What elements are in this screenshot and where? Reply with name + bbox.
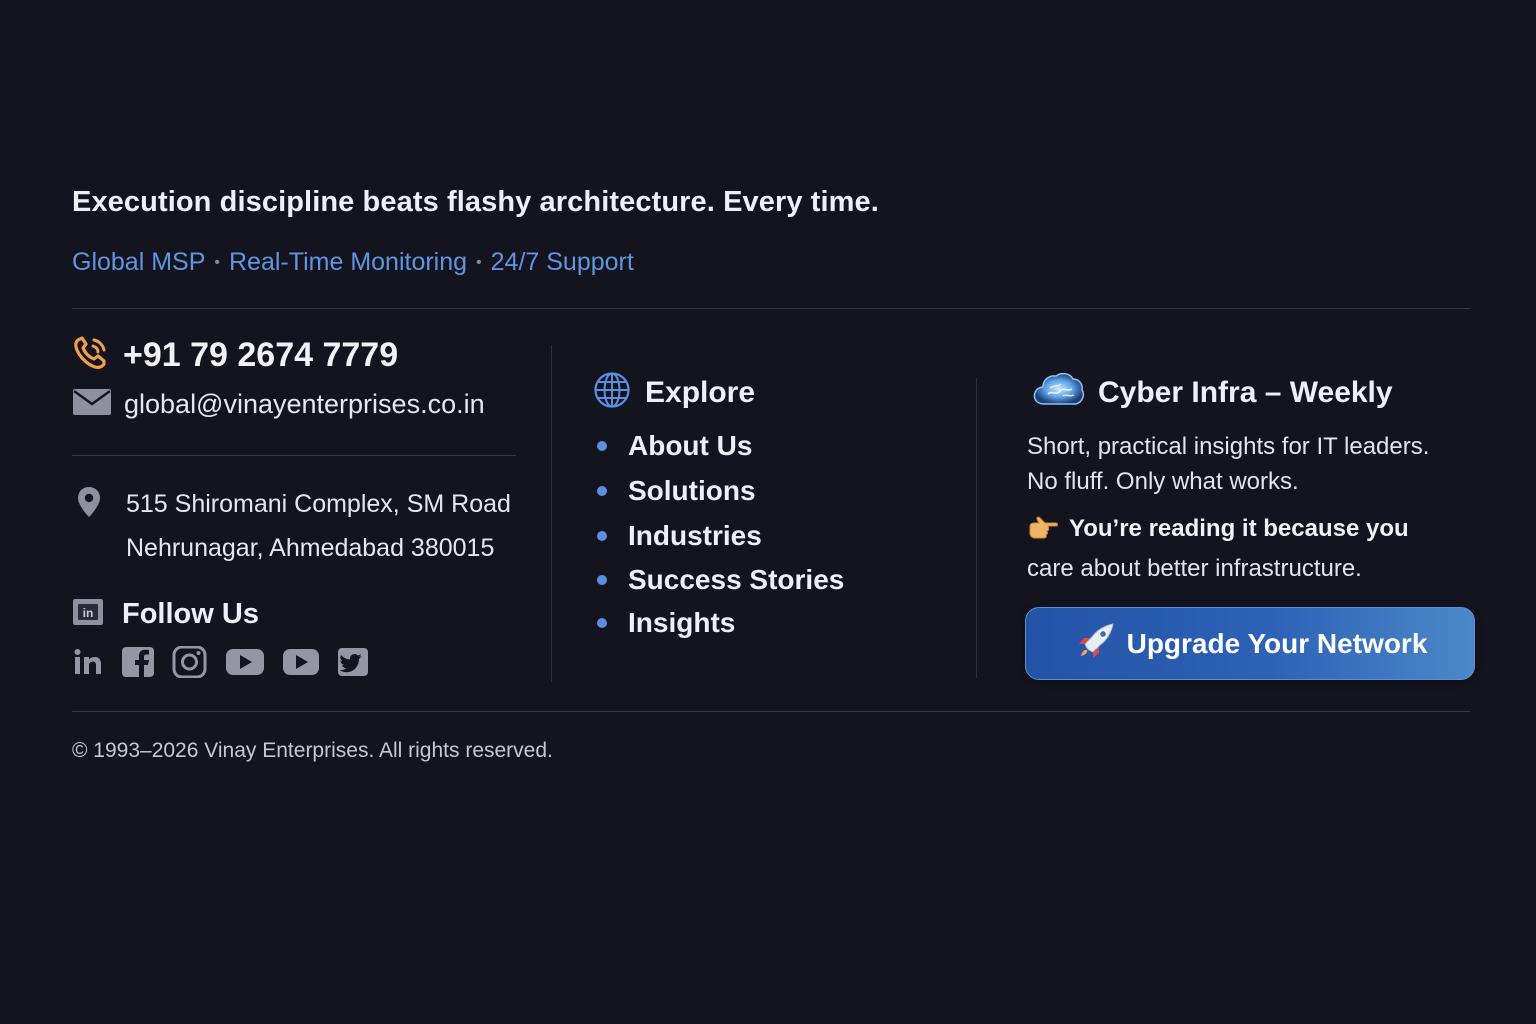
- svg-text:in: in: [83, 606, 94, 620]
- youtube-icon[interactable]: [282, 648, 320, 676]
- follow-title: Follow Us: [122, 598, 259, 630]
- phone-row[interactable]: +91 79 2674 7779: [72, 334, 398, 377]
- bullet-dot: [597, 441, 607, 451]
- service-global-msp: Global MSP: [72, 248, 206, 276]
- explore-heading: Explore: [593, 371, 755, 414]
- facebook-icon[interactable]: [121, 646, 155, 678]
- copyright-text: © 1993–2026 Vinay Enterprises. All right…: [72, 739, 553, 762]
- address-block: 515 Shiromani Complex, SM Road Nehrunaga…: [72, 482, 511, 570]
- newsletter-heading: Cyber Infra – Weekly: [1030, 368, 1393, 417]
- instagram-icon[interactable]: [172, 646, 208, 678]
- address-line-1: 515 Shiromani Complex, SM Road: [126, 490, 511, 518]
- services-line: Global MSP • Real-Time Monitoring • 24/7…: [72, 248, 634, 277]
- phone-number[interactable]: +91 79 2674 7779: [123, 336, 398, 375]
- service-monitoring: Real-Time Monitoring: [229, 248, 468, 276]
- pointing-hand-icon: [1027, 516, 1059, 542]
- service-support: 24/7 Support: [490, 248, 634, 276]
- nav-link-about-us[interactable]: About Us: [597, 424, 844, 468]
- top-divider: [72, 308, 1470, 309]
- column-divider: [976, 378, 977, 678]
- nav-link-label[interactable]: About Us: [628, 430, 752, 462]
- nav-link-label[interactable]: Solutions: [628, 475, 756, 507]
- separator-dot: •: [214, 253, 220, 271]
- upgrade-network-button[interactable]: Upgrade Your Network: [1025, 607, 1475, 680]
- bullet-dot: [597, 618, 607, 628]
- bottom-divider: [72, 711, 1470, 712]
- nav-link-label[interactable]: Success Stories: [628, 564, 844, 596]
- phone-icon: [72, 334, 110, 377]
- contact-divider: [72, 455, 516, 456]
- twitter-icon[interactable]: [337, 647, 369, 677]
- reason-strong-text: You’re reading it because you: [1069, 515, 1409, 542]
- youtube-icon[interactable]: [225, 648, 265, 676]
- bullet-dot: [597, 485, 607, 496]
- bullet-dot: [597, 530, 607, 541]
- column-divider: [551, 345, 552, 682]
- separator-dot: •: [476, 253, 482, 271]
- cta-label[interactable]: Upgrade Your Network: [1127, 628, 1428, 660]
- explore-links: About Us Solutions Industries Success St…: [597, 424, 844, 644]
- reason-strong-line: You’re reading it because you: [1027, 512, 1409, 546]
- newsletter-desc-line-2: No fluff. Only what works.: [1027, 468, 1299, 495]
- reason-rest-text: care about better infrastructure.: [1027, 555, 1362, 582]
- footer-tagline: Execution discipline beats flashy archit…: [72, 186, 879, 218]
- rocket-icon: [1073, 620, 1117, 667]
- cloud-brain-icon: [1030, 368, 1086, 417]
- follow-heading: in Follow Us: [72, 598, 259, 631]
- linkedin-icon[interactable]: [72, 647, 104, 677]
- site-footer: Execution discipline beats flashy archit…: [72, 0, 1475, 1024]
- newsletter-reason: You’re reading it because you care about…: [1027, 512, 1409, 586]
- social-links: [72, 646, 386, 678]
- bullet-dot: [597, 575, 607, 585]
- address-line-2: Nehrunagar, Ahmedabad 380015: [126, 534, 495, 562]
- nav-link-success-stories[interactable]: Success Stories: [597, 558, 844, 602]
- newsletter-title: Cyber Infra – Weekly: [1098, 375, 1393, 409]
- nav-link-solutions[interactable]: Solutions: [597, 468, 844, 513]
- address-text: 515 Shiromani Complex, SM Road Nehrunaga…: [126, 482, 511, 570]
- nav-link-insights[interactable]: Insights: [597, 602, 844, 644]
- nav-link-label[interactable]: Insights: [628, 607, 735, 639]
- newsletter-desc-line-1: Short, practical insights for IT leaders…: [1027, 433, 1430, 460]
- globe-icon: [593, 371, 631, 414]
- map-pin-icon: [76, 486, 102, 523]
- explore-title: Explore: [645, 375, 756, 409]
- email-row[interactable]: global@vinayenterprises.co.in: [72, 388, 485, 421]
- nav-link-label[interactable]: Industries: [628, 520, 762, 552]
- newsletter-description: Short, practical insights for IT leaders…: [1027, 429, 1429, 499]
- linkedin-square-icon: in: [72, 598, 104, 631]
- nav-link-industries[interactable]: Industries: [597, 513, 844, 558]
- email-link[interactable]: global@vinayenterprises.co.in: [124, 389, 485, 420]
- envelope-icon: [72, 388, 112, 421]
